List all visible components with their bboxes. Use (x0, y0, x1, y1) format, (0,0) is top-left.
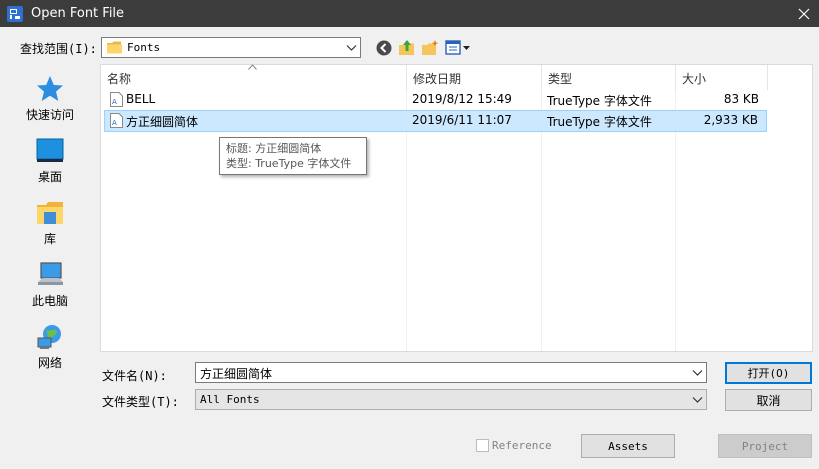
folder-icon (107, 41, 122, 54)
close-button[interactable] (789, 0, 819, 27)
place-quick-access[interactable]: 快速访问 (5, 72, 95, 130)
back-icon[interactable] (375, 39, 393, 57)
column-header-name[interactable]: 名称 (101, 64, 407, 90)
chevron-down-icon (692, 397, 703, 403)
file-size: 83 KB (723, 92, 759, 106)
svg-text:A: A (112, 98, 117, 106)
up-folder-icon[interactable] (398, 39, 416, 57)
column-header-date[interactable]: 修改日期 (407, 65, 542, 90)
filename-label: 文件名(N): (102, 369, 167, 383)
column-header-size[interactable]: 大小 (676, 65, 768, 90)
view-menu-icon[interactable] (445, 39, 472, 57)
filename-input[interactable]: 方正细圆简体 (195, 362, 707, 383)
place-label: 桌面 (37, 170, 62, 184)
file-name: 方正细圆简体 (126, 115, 199, 129)
close-icon (798, 8, 810, 19)
place-label: 网络 (37, 356, 62, 370)
open-button[interactable]: 打开(O) (725, 362, 812, 384)
chevron-down-icon (692, 370, 703, 376)
place-label: 库 (43, 232, 56, 246)
svg-text:A: A (112, 119, 117, 127)
font-file-icon: A (110, 113, 123, 128)
places-bar: 快速访问 桌面 库 此电脑 网络 (5, 64, 95, 425)
network-icon (37, 325, 61, 349)
place-this-pc[interactable]: 此电脑 (5, 258, 95, 316)
filetype-value: All Fonts (200, 393, 260, 406)
font-file-icon: A (110, 92, 123, 107)
tooltip-title: 标题: 方正细圆简体 (226, 142, 322, 155)
file-type: TrueType 字体文件 (547, 115, 652, 129)
app-icon (7, 6, 23, 22)
place-label: 此电脑 (31, 294, 68, 308)
filetype-label: 文件类型(T): (102, 395, 179, 409)
new-folder-icon[interactable] (421, 39, 439, 57)
file-date: 2019/8/12 15:49 (412, 92, 512, 106)
cancel-button[interactable]: 取消 (725, 389, 812, 411)
computer-icon (38, 262, 63, 285)
place-network[interactable]: 网络 (5, 320, 95, 378)
file-name: BELL (126, 92, 156, 106)
lookin-value: Fonts (127, 41, 161, 54)
tooltip-type: 类型: TrueType 字体文件 (226, 157, 352, 170)
lookin-combo[interactable]: Fonts (101, 37, 361, 58)
window-title: Open Font File (31, 6, 125, 21)
library-icon (37, 202, 63, 224)
column-header-type[interactable]: 类型 (542, 65, 676, 90)
place-library[interactable]: 库 (5, 196, 95, 254)
star-icon (37, 76, 63, 101)
desktop-icon (36, 138, 64, 162)
file-list[interactable]: 名称 修改日期 类型 大小 A BELL 2019/8/12 15:49 Tru… (100, 64, 813, 352)
sort-ascending-icon (248, 64, 257, 70)
file-tooltip: 标题: 方正细圆简体 类型: TrueType 字体文件 (219, 137, 367, 175)
filetype-select[interactable]: All Fonts (195, 389, 707, 410)
file-size: 2,933 KB (703, 113, 758, 127)
place-label: 快速访问 (25, 108, 74, 122)
place-desktop[interactable]: 桌面 (5, 134, 95, 192)
reference-label: Reference (492, 439, 552, 452)
file-date: 2019/6/11 11:07 (412, 113, 512, 127)
assets-button[interactable]: Assets (581, 434, 675, 458)
table-row-selected[interactable]: A 方正细圆简体 2019/6/11 11:07 TrueType 字体文件 2… (104, 110, 767, 132)
project-button[interactable]: Project (718, 434, 812, 458)
title-bar: Open Font File (0, 0, 819, 27)
reference-checkbox[interactable] (476, 439, 489, 452)
chevron-down-icon (346, 45, 357, 51)
lookin-label: 查找范围(I): (20, 42, 97, 56)
filename-value: 方正细圆简体 (200, 367, 273, 381)
table-row[interactable]: A BELL 2019/8/12 15:49 TrueType 字体文件 83 … (104, 89, 767, 111)
file-type: TrueType 字体文件 (547, 94, 652, 108)
